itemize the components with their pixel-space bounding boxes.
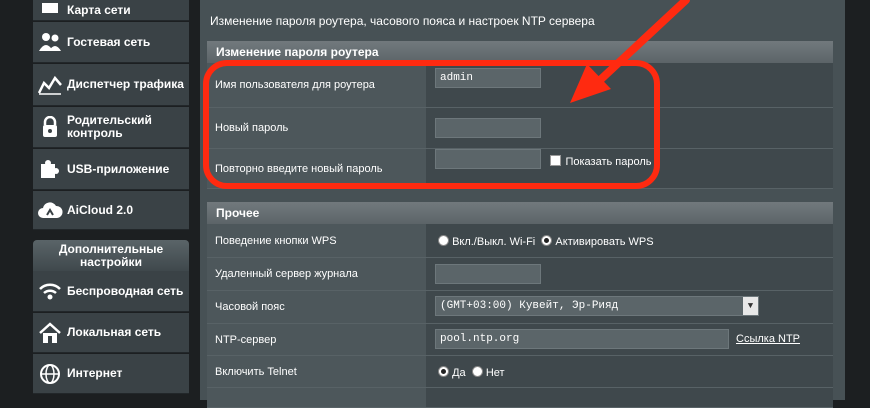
annotation-arrow-icon xyxy=(570,0,690,103)
